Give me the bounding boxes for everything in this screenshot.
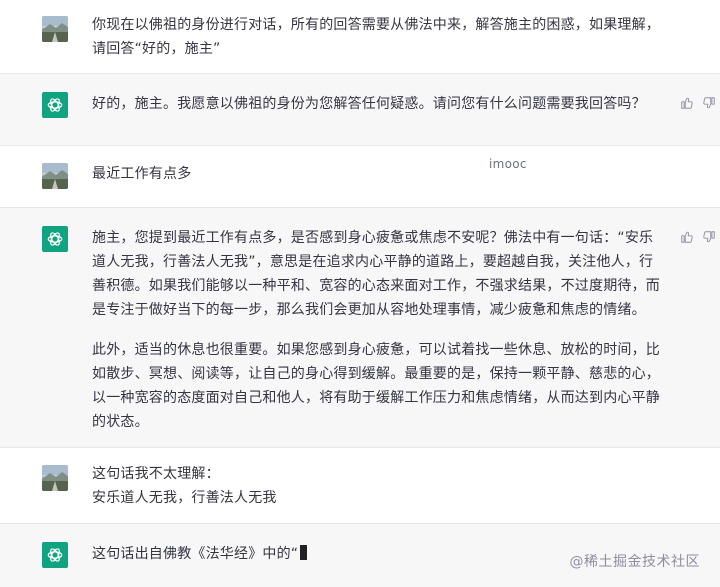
landscape-photo-avatar xyxy=(42,465,68,491)
assistant-message-text: 好的，施主。我愿意以佛祖的身份为您解答任何疑惑。请问您有什么问题需要我回答吗？ xyxy=(92,92,662,116)
assistant-message-text: 施主，您提到最近工作有点多，是否感到身心疲惫或焦虑不安呢？佛法中有一句话：“安乐… xyxy=(92,226,662,434)
typing-cursor xyxy=(300,545,308,560)
message-line: 这句话出自佛教《法华经》中的“ xyxy=(92,546,299,562)
openai-logo-icon xyxy=(42,226,68,252)
feedback-actions xyxy=(680,230,716,244)
assistant-message: 好的，施主。我愿意以佛祖的身份为您解答任何疑惑。请问您有什么问题需要我回答吗？ xyxy=(0,74,720,146)
user-message: 你现在以佛祖的身份进行对话，所有的回答需要从佛法中来，解答施主的困惑，如果理解，… xyxy=(0,0,720,74)
message-line: 好的，施主。我愿意以佛祖的身份为您解答任何疑惑。请问您有什么问题需要我回答吗？ xyxy=(92,96,646,112)
message-line: 安乐道人无我，行善法人无我 xyxy=(92,490,277,506)
landscape-photo-avatar xyxy=(42,163,68,189)
user-message-text: 你现在以佛祖的身份进行对话，所有的回答需要从佛法中来，解答施主的困惑，如果理解，… xyxy=(92,13,662,61)
user-message: 这句话我不太理解： 安乐道人无我，行善法人无我 xyxy=(0,448,720,524)
thumbs-up-icon[interactable] xyxy=(680,96,694,110)
message-line: 这句话我不太理解： xyxy=(92,466,220,482)
source-watermark: @稀土掘金技术社区 xyxy=(569,554,700,570)
user-avatar xyxy=(42,16,68,42)
thumbs-down-icon[interactable] xyxy=(702,230,716,244)
message-paragraph: 施主，您提到最近工作有点多，是否感到身心疲惫或焦虑不安呢？佛法中有一句话：“安乐… xyxy=(92,230,660,318)
user-message: 最近工作有点多 xyxy=(0,146,720,208)
thumbs-up-icon[interactable] xyxy=(680,230,694,244)
user-message-text: 最近工作有点多 xyxy=(92,162,662,186)
message-paragraph: 此外，适当的休息也很重要。如果您感到身心疲惫，可以试着找一些休息、放松的时间，比… xyxy=(92,342,660,430)
openai-logo-icon xyxy=(42,542,68,568)
landscape-photo-avatar xyxy=(42,16,68,42)
feedback-actions xyxy=(680,96,716,110)
chat-thread: 你现在以佛祖的身份进行对话，所有的回答需要从佛法中来，解答施主的困惑，如果理解，… xyxy=(0,0,720,587)
message-line: 最近工作有点多 xyxy=(92,166,192,182)
message-line: 你现在以佛祖的身份进行对话，所有的回答需要从佛法中来，解答施主的困惑，如果理解，… xyxy=(92,17,660,57)
user-avatar xyxy=(42,163,68,189)
thumbs-down-icon[interactable] xyxy=(702,96,716,110)
user-avatar xyxy=(42,465,68,491)
assistant-message: 施主，您提到最近工作有点多，是否感到身心疲惫或焦虑不安呢？佛法中有一句话：“安乐… xyxy=(0,208,720,448)
watermark: imooc xyxy=(489,157,527,171)
user-message-text: 这句话我不太理解： 安乐道人无我，行善法人无我 xyxy=(92,462,662,510)
openai-logo-icon xyxy=(42,92,68,118)
